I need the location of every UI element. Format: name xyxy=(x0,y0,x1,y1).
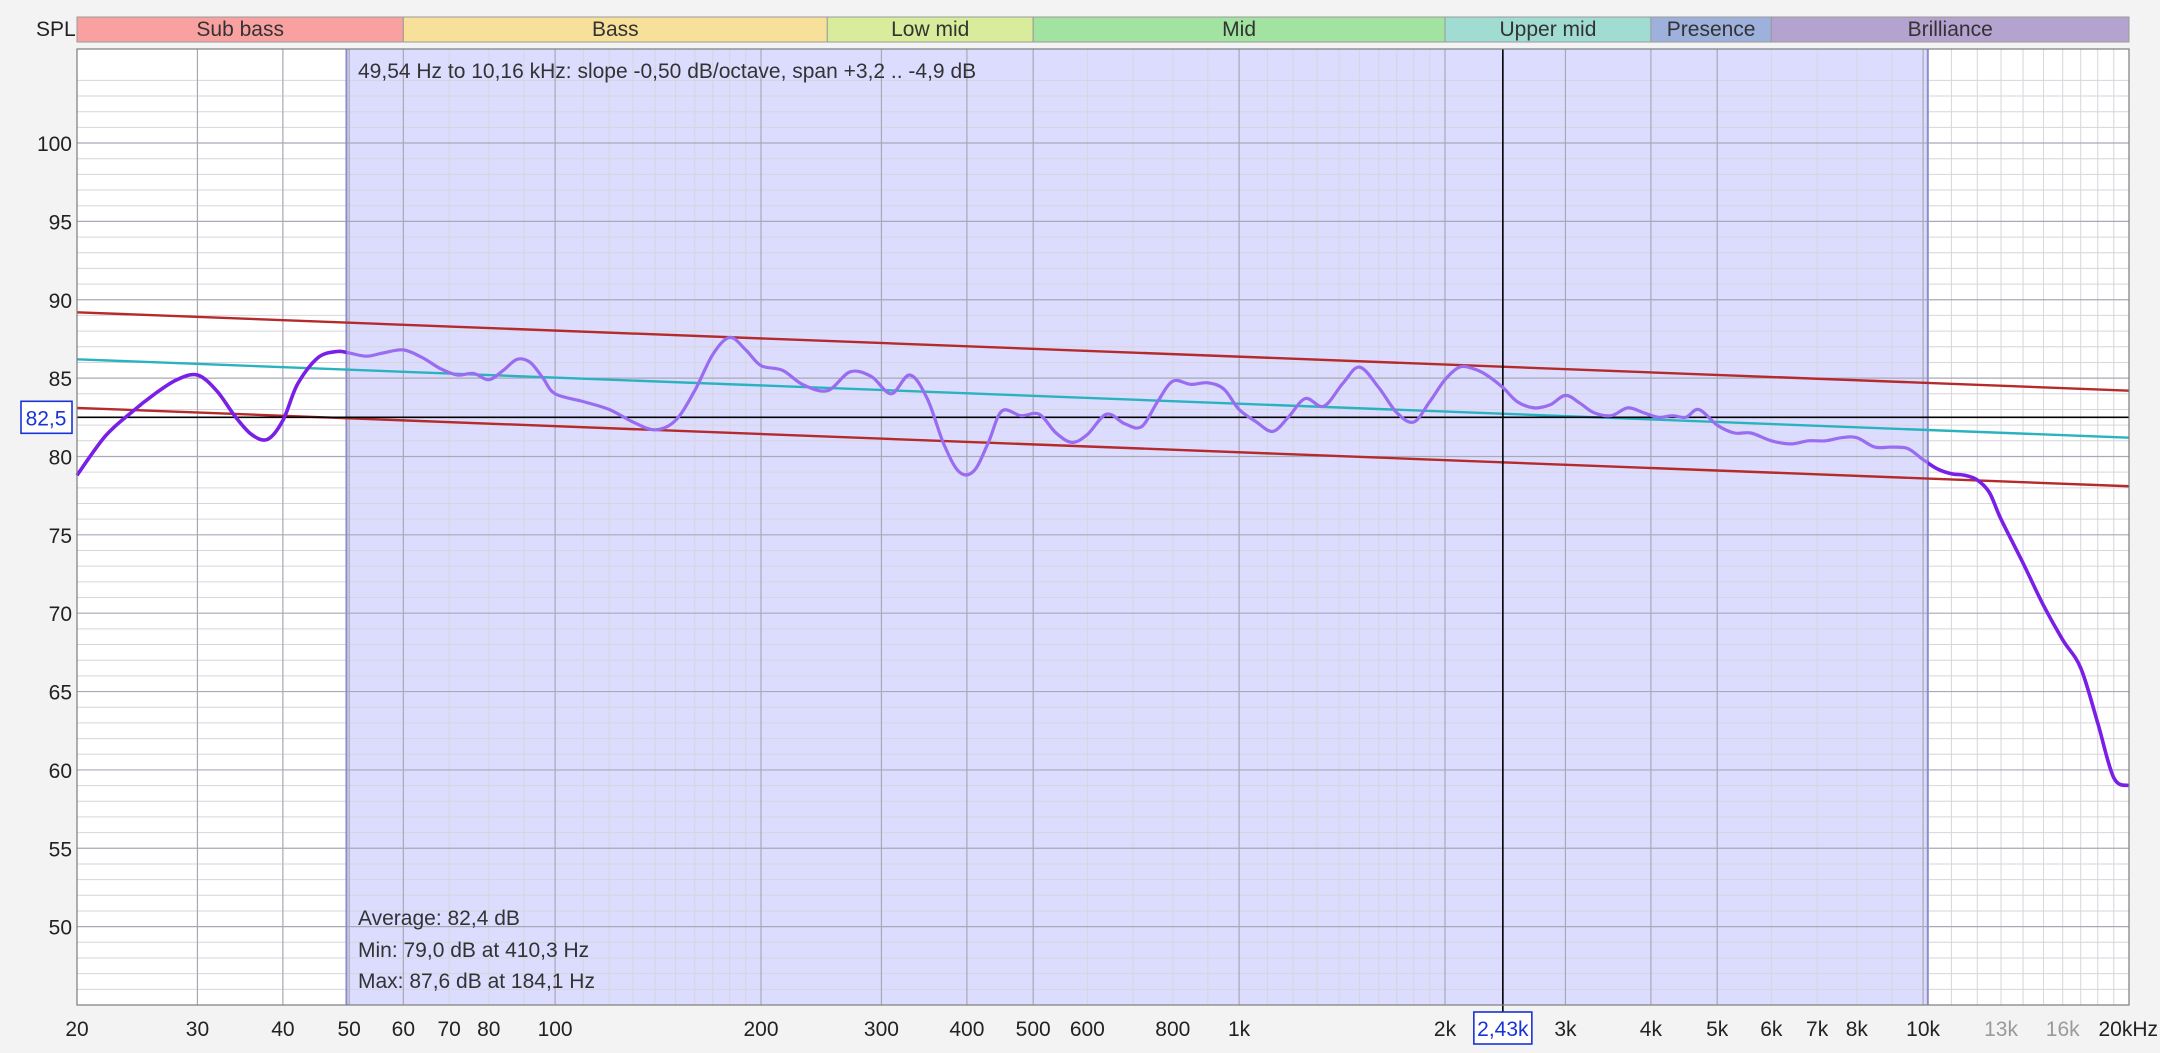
x-tick-label: 1k xyxy=(1228,1018,1251,1041)
x-tick-label: 600 xyxy=(1070,1018,1105,1041)
x-tick-label: 13k xyxy=(1984,1018,2018,1041)
y-tick-label: 100 xyxy=(37,133,72,156)
x-tick-label: 8k xyxy=(1846,1018,1869,1041)
x-tick-label: 80 xyxy=(477,1018,500,1041)
cursor-level-label: 82,5 xyxy=(26,407,67,430)
x-tick-label: 3k xyxy=(1554,1018,1577,1041)
rew-spl-graph-window: Sub bass Bass Low mid Mid Upper mid Presence B… xyxy=(0,0,2160,1053)
x-tick-label: 50 xyxy=(338,1018,361,1041)
cursor-frequency-label: 2,43k xyxy=(1477,1018,1529,1041)
x-tick-label: 300 xyxy=(864,1018,899,1041)
spl-chart[interactable]: Sub bass Bass Low mid Mid Upper mid Presence B… xyxy=(0,0,2160,1053)
frequency-bands: Sub bass Bass Low mid Mid Upper mid Presence B… xyxy=(76,16,2130,43)
x-tick-label: 70 xyxy=(437,1018,460,1041)
x-tick-label: 20 xyxy=(65,1018,88,1041)
x-tick-label: 200 xyxy=(743,1018,778,1041)
y-tick-label: 60 xyxy=(49,760,72,783)
x-tick-label: 2k xyxy=(1434,1018,1457,1041)
band-label-sub-bass: Sub bass xyxy=(196,18,284,41)
min-text: Min: 79,0 dB at 410,3 Hz xyxy=(358,939,589,962)
x-tick-label: 60 xyxy=(392,1018,415,1041)
band-label-bass: Bass xyxy=(592,18,639,41)
y-tick-label: 95 xyxy=(49,211,72,234)
x-tick-label: 16k xyxy=(2046,1018,2080,1041)
y-tick-label: 80 xyxy=(49,446,72,469)
x-tick-label: 40 xyxy=(271,1018,294,1041)
x-tick-label: 5k xyxy=(1706,1018,1729,1041)
y-tick-label: 55 xyxy=(49,838,72,861)
y-tick-label: 75 xyxy=(49,525,72,548)
x-tick-label: 4k xyxy=(1640,1018,1663,1041)
x-tick-label: 10k xyxy=(1906,1018,1940,1041)
y-tick-label: 50 xyxy=(49,917,72,940)
x-tick-label: 20kHz xyxy=(2098,1018,2158,1041)
y-tick-label: 90 xyxy=(49,290,72,313)
band-label-low-mid: Low mid xyxy=(891,18,969,41)
max-text: Max: 87,6 dB at 184,1 Hz xyxy=(358,970,595,993)
y-tick-label: 65 xyxy=(49,682,72,705)
y-axis-title: SPL xyxy=(36,18,76,41)
x-tick-label: 30 xyxy=(186,1018,209,1041)
band-label-brilliance: Brilliance xyxy=(1908,18,1993,41)
band-label-mid: Mid xyxy=(1222,18,1256,41)
x-tick-label: 100 xyxy=(538,1018,573,1041)
slope-info-text: 49,54 Hz to 10,16 kHz: slope -0,50 dB/oc… xyxy=(358,60,976,83)
x-tick-label: 6k xyxy=(1760,1018,1783,1041)
x-tick-label: 800 xyxy=(1155,1018,1190,1041)
average-text: Average: 82,4 dB xyxy=(358,907,520,930)
band-label-presence: Presence xyxy=(1667,18,1756,41)
x-tick-label: 400 xyxy=(949,1018,984,1041)
y-tick-label: 70 xyxy=(49,603,72,626)
x-tick-label: 7k xyxy=(1806,1018,1829,1041)
band-label-upper-mid: Upper mid xyxy=(1500,18,1597,41)
y-tick-label: 85 xyxy=(49,368,72,391)
x-tick-label: 500 xyxy=(1016,1018,1051,1041)
